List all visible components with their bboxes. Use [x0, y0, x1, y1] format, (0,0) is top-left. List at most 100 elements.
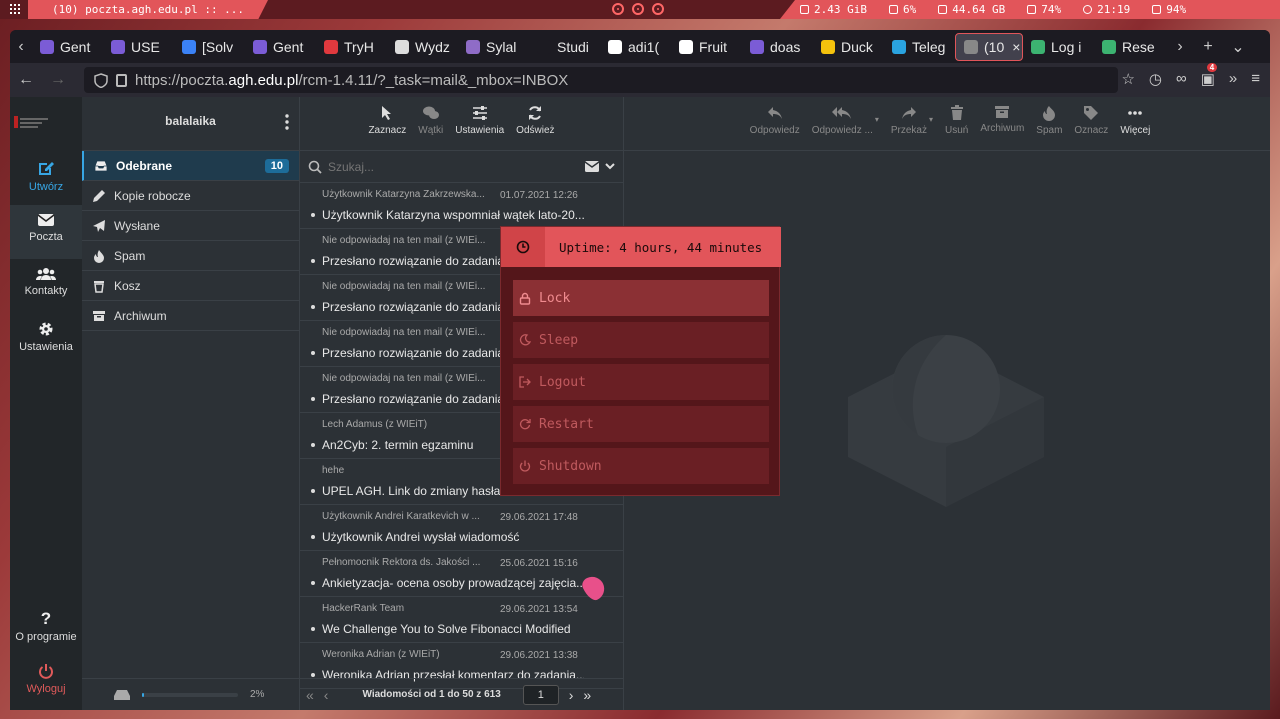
compose-button[interactable]: Utwórz: [10, 151, 82, 205]
envelope-icon[interactable]: [585, 161, 599, 172]
restart-icon: [519, 419, 531, 430]
tabs-scroll-left-icon[interactable]: ‹: [10, 38, 32, 56]
history-icon[interactable]: ◷: [1149, 70, 1162, 88]
search-icon[interactable]: [308, 160, 322, 174]
refresh-button[interactable]: Odśwież: [516, 105, 555, 150]
shield-icon[interactable]: [94, 72, 108, 88]
folder-actions-kebab-icon[interactable]: [285, 114, 289, 130]
browser-tab[interactable]: Rese: [1094, 33, 1165, 61]
reply-all-button[interactable]: Odpowiedz ...: [812, 105, 873, 150]
folder-inbox[interactable]: Odebrane 10: [82, 151, 299, 181]
forward-icon[interactable]: →: [42, 71, 74, 89]
overflow-chevrons-icon[interactable]: »: [1229, 70, 1237, 88]
chevron-down-icon[interactable]: [605, 161, 615, 172]
forward-dropdown-icon[interactable]: ▾: [929, 105, 933, 150]
browser-tab[interactable]: TryH: [316, 33, 387, 61]
about-button[interactable]: ? O programie: [10, 601, 82, 655]
browser-tab[interactable]: USE: [103, 33, 174, 61]
uptime-header: Uptime: 4 hours, 44 minutes: [501, 227, 781, 267]
search-bar: [300, 151, 623, 183]
unread-dot-icon: [311, 627, 315, 631]
last-page-icon[interactable]: »: [583, 687, 591, 703]
browser-tab[interactable]: Log i: [1023, 33, 1094, 61]
media-controls: [612, 3, 664, 15]
lock-icon: [519, 292, 531, 305]
browser-tab[interactable]: Teleg: [884, 33, 955, 61]
volume-icon: [1027, 5, 1037, 14]
browser-tab[interactable]: (10 ×: [955, 32, 1023, 61]
memory-stat: 2.43 GiB: [800, 3, 867, 16]
tabs-scroll-right-icon[interactable]: ›: [1169, 38, 1191, 56]
browser-tab[interactable]: Sylal: [458, 33, 529, 61]
search-input[interactable]: [328, 159, 528, 174]
browser-tab[interactable]: doas: [742, 33, 813, 61]
battery-stat: 94%: [1152, 3, 1186, 16]
padlock-icon[interactable]: [116, 73, 127, 87]
list-options-button[interactable]: Ustawienia: [455, 105, 504, 150]
app-grid-icon[interactable]: [10, 4, 20, 14]
sleep-option[interactable]: Sleep: [513, 322, 769, 358]
new-tab-icon[interactable]: +: [1197, 38, 1219, 56]
back-icon[interactable]: ←: [10, 71, 42, 89]
folder-trash[interactable]: Kosz: [82, 271, 299, 301]
refresh-icon: [529, 106, 542, 120]
next-page-icon[interactable]: ›: [569, 687, 574, 703]
page-number-input[interactable]: 1: [522, 684, 559, 705]
threads-button[interactable]: Wątki: [418, 105, 443, 150]
message-sender: Pełnomocnik Rektora ds. Jakości ...: [322, 557, 481, 568]
forward-button[interactable]: Przekaż: [891, 105, 927, 150]
close-tab-icon[interactable]: ×: [1012, 39, 1020, 55]
message-row[interactable]: Pełnomocnik Rektora ds. Jakości ... 25.06…: [300, 551, 623, 597]
select-button[interactable]: Zaznacz: [368, 105, 406, 150]
browser-tab[interactable]: Duck: [813, 33, 884, 61]
contacts-nav-button[interactable]: Kontakty: [10, 259, 82, 313]
roundcube-watermark-icon: [848, 335, 1044, 507]
logout-button[interactable]: Wyloguj: [10, 655, 82, 709]
reply-all-dropdown-icon[interactable]: ▾: [875, 105, 879, 150]
browser-tab[interactable]: Wydz: [387, 33, 458, 61]
folder-drafts-label: Kopie robocze: [114, 188, 191, 203]
mark-button[interactable]: Oznacz: [1074, 105, 1108, 150]
tab-strip: ‹ Gent USE [Solv Gent TryH Wydz Sylal Studi adi1…: [10, 30, 1270, 63]
tab-list-menu-icon[interactable]: ⌄: [1227, 37, 1249, 57]
message-row[interactable]: Użytkownik Andrei Karatkevich w ... 29.06…: [300, 505, 623, 551]
private-mask-icon[interactable]: ∞: [1176, 70, 1187, 88]
browser-tab[interactable]: adi1(: [600, 33, 671, 61]
logout-option[interactable]: Logout: [513, 364, 769, 400]
trash-icon: [950, 105, 963, 120]
lock-option[interactable]: Lock: [513, 280, 769, 316]
first-page-icon[interactable]: «: [306, 687, 314, 703]
extension-icon[interactable]: ▣ 4: [1201, 63, 1218, 88]
volume-stat[interactable]: 74%: [1027, 3, 1061, 16]
message-sender: Użytkownik Katarzyna Zakrzewska...: [322, 189, 485, 200]
url-field[interactable]: https://poczta.agh.edu.pl/rcm-1.4.11/?_t…: [84, 67, 1118, 93]
media-play-icon[interactable]: [632, 3, 644, 15]
more-button[interactable]: Więcej: [1120, 105, 1150, 150]
browser-tab[interactable]: Studi: [529, 33, 600, 61]
media-prev-icon[interactable]: [612, 3, 624, 15]
reply-button[interactable]: Odpowiedz: [750, 105, 800, 150]
memory-icon: [800, 5, 809, 14]
hamburger-menu-icon[interactable]: ≡: [1251, 70, 1260, 88]
bookmark-star-icon[interactable]: ☆: [1121, 70, 1134, 88]
media-next-icon[interactable]: [652, 3, 664, 15]
browser-tab[interactable]: Gent: [32, 33, 103, 61]
prev-page-icon[interactable]: ‹: [324, 687, 329, 703]
message-row[interactable]: HackerRank Team 29.06.2021 13:54 We Challe…: [300, 597, 623, 643]
browser-tab[interactable]: [Solv: [174, 33, 245, 61]
delete-button[interactable]: Usuń: [945, 105, 968, 150]
folder-drafts[interactable]: Kopie robocze: [82, 181, 299, 211]
shutdown-option[interactable]: Shutdown: [513, 448, 769, 484]
spam-button[interactable]: Spam: [1036, 105, 1062, 150]
folder-archive[interactable]: Archiwum: [82, 301, 299, 331]
message-row[interactable]: Użytkownik Katarzyna Zakrzewska... 01.07.…: [300, 183, 623, 229]
archive-button[interactable]: Archiwum: [980, 105, 1024, 150]
mail-nav-button[interactable]: Poczta: [10, 205, 82, 259]
folder-sent[interactable]: Wysłane: [82, 211, 299, 241]
restart-option[interactable]: Restart: [513, 406, 769, 442]
folder-spam[interactable]: Spam: [82, 241, 299, 271]
uptime-text: Uptime: 4 hours, 44 minutes: [559, 239, 763, 255]
browser-tab[interactable]: Gent: [245, 33, 316, 61]
browser-tab[interactable]: Fruit: [671, 33, 742, 61]
settings-nav-button[interactable]: Ustawienia: [10, 313, 82, 367]
